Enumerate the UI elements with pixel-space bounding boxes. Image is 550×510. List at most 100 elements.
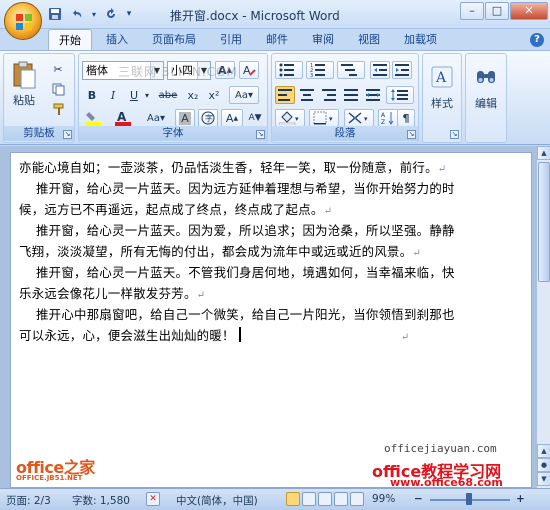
tab-page-layout[interactable]: 页面布局: [142, 29, 206, 51]
tab-home[interactable]: 开始: [48, 29, 92, 51]
scroll-up-icon[interactable]: ▲: [537, 146, 550, 160]
font-color-button[interactable]: A: [111, 109, 137, 127]
group-styles[interactable]: A 样式 ↘: [422, 53, 462, 143]
align-left-button[interactable]: [275, 86, 295, 104]
scroll-thumb[interactable]: [538, 162, 550, 282]
format-painter-icon[interactable]: [48, 100, 68, 118]
proofing-icon[interactable]: ✕: [146, 492, 160, 506]
group-editing[interactable]: 编辑: [465, 53, 507, 143]
tab-addins[interactable]: 加载项: [394, 29, 447, 51]
ribbon-tabs: 开始 插入 页面布局 引用 邮件 审阅 视图 加载项: [48, 29, 451, 51]
chinese-layout-button[interactable]: ▾: [344, 109, 374, 127]
language[interactable]: 中文(简体，中国): [176, 493, 258, 508]
zoom-in-icon[interactable]: +: [516, 493, 525, 505]
editing-button[interactable]: 编辑: [471, 60, 501, 116]
copy-icon[interactable]: [48, 80, 68, 98]
tab-mailings[interactable]: 邮件: [256, 29, 298, 51]
enclose-char-button[interactable]: 字: [198, 109, 218, 127]
zoom-level[interactable]: 99%: [372, 493, 395, 505]
underline-dropdown-icon[interactable]: ▾: [142, 86, 152, 104]
svg-text:字: 字: [205, 113, 213, 123]
print-layout-icon[interactable]: [286, 492, 300, 506]
close-button[interactable]: ✕: [510, 2, 548, 20]
prev-page-icon[interactable]: ▲: [537, 444, 550, 458]
bold-button[interactable]: B: [82, 86, 102, 104]
zoom-slider-thumb[interactable]: [466, 493, 472, 505]
paste-button[interactable]: 粘贴: [8, 58, 40, 110]
styles-launcher-icon[interactable]: ↘: [450, 130, 459, 139]
restore-button[interactable]: □: [485, 2, 509, 20]
zoom-out-icon[interactable]: −: [414, 493, 423, 505]
justify-button[interactable]: [341, 86, 361, 104]
save-icon[interactable]: [46, 5, 64, 23]
borders-button[interactable]: ▾: [309, 109, 339, 127]
office-button[interactable]: [4, 2, 42, 40]
line-text: 推开窗，给心灵一片蓝天。因为爱，所以追求；因为沧桑，所以坚强。静静: [19, 223, 455, 238]
font-launcher-icon[interactable]: ↘: [256, 130, 265, 139]
vertical-scrollbar[interactable]: ▲ ▲ ● ▼: [536, 146, 550, 488]
svg-text:▾: ▾: [364, 115, 368, 123]
align-right-button[interactable]: [319, 86, 339, 104]
increase-indent-button[interactable]: [392, 61, 412, 79]
tab-review[interactable]: 审阅: [302, 29, 344, 51]
document-line: 乐永远会像花儿一样散发芬芳。↵: [19, 283, 205, 306]
paragraph-launcher-icon[interactable]: ↘: [407, 130, 416, 139]
superscript-button[interactable]: x²: [204, 86, 224, 104]
full-screen-reading-icon[interactable]: [302, 492, 316, 506]
underline-button[interactable]: U: [124, 86, 144, 104]
tab-references[interactable]: 引用: [210, 29, 252, 51]
tab-view[interactable]: 视图: [348, 29, 390, 51]
help-icon[interactable]: ?: [530, 33, 544, 47]
dropdown-chevron-icon[interactable]: ▾: [90, 5, 98, 23]
sort-button[interactable]: AZ: [378, 109, 398, 127]
styles-button[interactable]: A 样式: [427, 60, 457, 116]
strikethrough-label: abe: [158, 89, 178, 101]
paste-icon: [13, 61, 36, 89]
shading-button[interactable]: ▾: [275, 109, 305, 127]
phonetic-guide-button[interactable]: A ▲: [221, 109, 243, 127]
customize-qat-icon[interactable]: ▾: [124, 5, 134, 23]
web-layout-icon[interactable]: [318, 492, 332, 506]
change-case-label: Aa: [235, 89, 248, 101]
select-browse-object-icon[interactable]: ●: [537, 458, 550, 472]
multilevel-list-button[interactable]: [337, 61, 365, 79]
shrink-font-button[interactable]: A▼: [245, 109, 265, 127]
draft-view-icon[interactable]: [350, 492, 364, 506]
align-center-button[interactable]: [297, 86, 317, 104]
document-page[interactable]: 亦能心境自如；一壶淡茶，仍品恬淡生香，轻年一笑，取一份随意，前行。↵ 推开窗，给…: [10, 152, 532, 488]
svg-text:3: 3: [310, 73, 313, 77]
clear-format-button[interactable]: A: [239, 61, 259, 79]
outline-view-icon[interactable]: [334, 492, 348, 506]
align-left-icon: [278, 89, 292, 101]
numbering-button[interactable]: 123: [306, 61, 334, 79]
line-text: 推开窗，给心灵一片蓝天。因为远方延伸着理想与希望，当你开始努力的时: [19, 181, 455, 196]
undo-icon[interactable]: [68, 5, 86, 23]
document-line: 亦能心境自如；一壶淡茶，仍品恬淡生香，轻年一笑，取一份随意，前行。↵: [19, 157, 446, 180]
font-name-value: 楷体: [86, 64, 108, 77]
strikethrough-button[interactable]: abe: [155, 86, 181, 104]
bullets-button[interactable]: [275, 61, 303, 79]
page-count[interactable]: 页面: 2/3: [6, 493, 51, 508]
highlight-button[interactable]: [82, 109, 108, 127]
show-marks-button[interactable]: ¶: [397, 109, 415, 127]
redo-icon[interactable]: [102, 5, 120, 23]
char-shading-button[interactable]: A: [175, 109, 195, 127]
word-count[interactable]: 字数: 1,580: [72, 493, 130, 508]
next-page-icon[interactable]: ▼: [537, 472, 550, 486]
document-line: 候，远方已不再遥远，起点成了终点，终点成了起点。↵: [19, 199, 332, 222]
decrease-indent-button[interactable]: [370, 61, 390, 79]
distributed-button[interactable]: [363, 86, 383, 104]
subscript-button[interactable]: x₂: [183, 86, 203, 104]
minimize-button[interactable]: –: [460, 2, 484, 20]
italic-button[interactable]: I: [103, 86, 123, 104]
clipboard-launcher-icon[interactable]: ↘: [63, 130, 72, 139]
editing-label: 编辑: [475, 97, 497, 110]
tab-insert[interactable]: 插入: [96, 29, 138, 51]
svg-text:A: A: [381, 112, 386, 119]
change-case-button[interactable]: Aa ▾: [229, 86, 259, 104]
char-scale-button[interactable]: Aa▾: [141, 109, 171, 127]
svg-text:A: A: [243, 64, 251, 77]
cut-icon[interactable]: ✂: [48, 60, 68, 78]
office-logo-icon: [16, 14, 32, 30]
line-spacing-button[interactable]: [386, 86, 414, 104]
